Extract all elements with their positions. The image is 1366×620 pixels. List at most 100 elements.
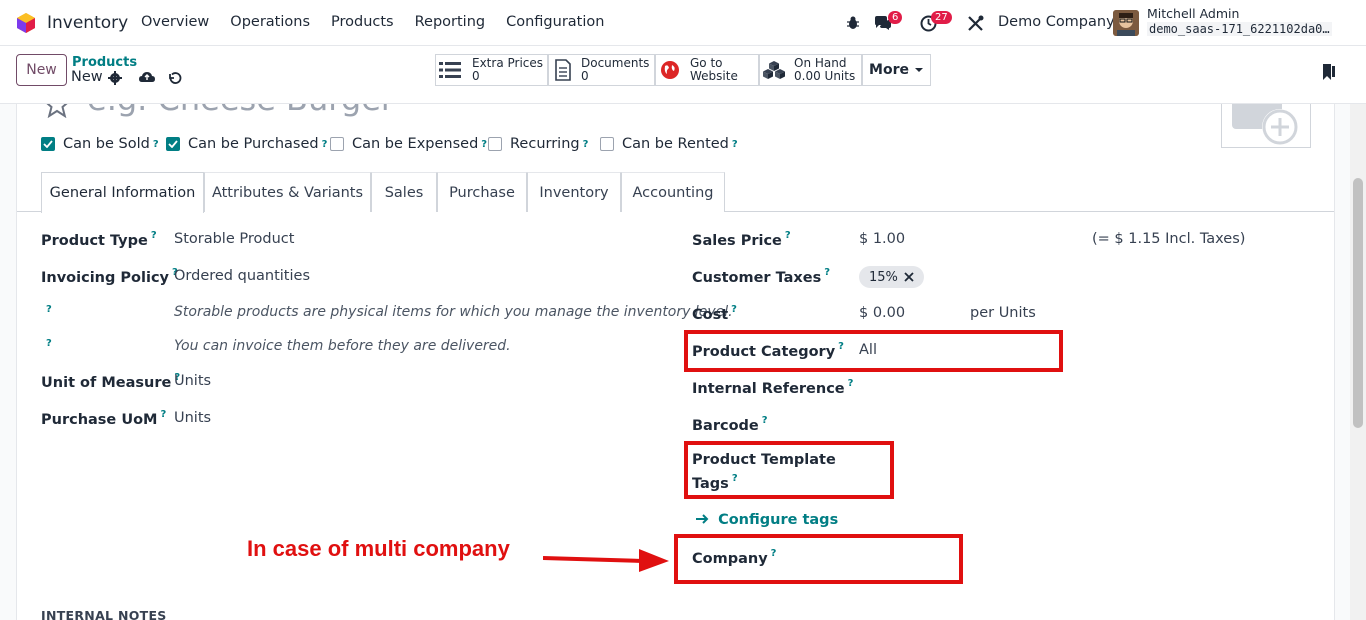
go-to-website-button[interactable]: Go to Website bbox=[655, 54, 759, 86]
help-tooltip[interactable]: ? bbox=[824, 267, 830, 278]
cloud-save-icon[interactable] bbox=[138, 69, 156, 85]
tab-purchase[interactable]: Purchase bbox=[437, 172, 527, 212]
invoicing-policy-label: Invoicing Policy? bbox=[41, 267, 178, 286]
help-tooltip[interactable]: ? bbox=[583, 139, 589, 150]
main-menu: Overview Operations Products Reporting C… bbox=[141, 14, 625, 30]
tab-general-information[interactable]: General Information bbox=[41, 172, 204, 213]
app-name[interactable]: Inventory bbox=[47, 13, 128, 33]
invoicing-policy-field[interactable]: Ordered quantities bbox=[174, 268, 310, 284]
form-tabs: General Information Attributes & Variant… bbox=[17, 172, 1334, 213]
favorite-star-icon[interactable] bbox=[43, 104, 71, 118]
document-icon bbox=[555, 59, 571, 81]
checkmark-icon bbox=[168, 140, 178, 148]
top-navbar: Inventory Overview Operations Products R… bbox=[0, 0, 1366, 46]
help-tooltip[interactable]: ? bbox=[848, 378, 854, 389]
can-be-purchased-checkbox[interactable]: Can be Purchased? bbox=[166, 136, 327, 152]
arrow-right-icon bbox=[696, 514, 709, 524]
inventory-app-icon[interactable] bbox=[15, 12, 37, 34]
can-be-sold-checkbox[interactable]: Can be Sold? bbox=[41, 136, 159, 152]
help-tooltip[interactable]: ? bbox=[153, 139, 159, 150]
menu-operations[interactable]: Operations bbox=[230, 14, 310, 30]
help-tooltip[interactable]: ? bbox=[481, 139, 487, 150]
product-type-field[interactable]: Storable Product bbox=[174, 231, 294, 247]
more-button[interactable]: More bbox=[862, 54, 931, 86]
company-switcher[interactable]: Demo Company bbox=[998, 14, 1115, 30]
annotation-arrow-icon bbox=[543, 549, 669, 572]
cost-field[interactable]: $ 0.00 bbox=[859, 305, 905, 321]
tools-icon[interactable] bbox=[967, 15, 984, 32]
discard-undo-icon[interactable] bbox=[167, 70, 183, 86]
user-name[interactable]: Mitchell Admin bbox=[1147, 6, 1239, 21]
control-panel: New Products New Extra Prices 0 Documents… bbox=[0, 46, 1366, 104]
tab-accounting[interactable]: Accounting bbox=[621, 172, 725, 212]
on-hand-qty: 0.00 Units bbox=[794, 69, 856, 83]
menu-reporting[interactable]: Reporting bbox=[415, 14, 486, 30]
uom-label: Unit of Measure? bbox=[41, 372, 181, 391]
checkbox-box[interactable] bbox=[41, 137, 55, 151]
gear-icon[interactable] bbox=[107, 70, 123, 86]
help-tooltip[interactable]: ? bbox=[322, 139, 328, 150]
cost-label: Cost? bbox=[692, 304, 737, 323]
recurring-label: Recurring bbox=[510, 136, 580, 152]
help-tooltip[interactable]: ? bbox=[151, 230, 157, 241]
can-be-expensed-label: Can be Expensed bbox=[352, 136, 479, 152]
scrollbar-thumb[interactable] bbox=[1353, 178, 1363, 428]
checkbox-box[interactable] bbox=[166, 137, 180, 151]
help-tooltip[interactable]: ? bbox=[46, 338, 52, 349]
invoicing-help-text: You can invoice them before they are del… bbox=[174, 338, 511, 354]
help-tooltip[interactable]: ? bbox=[46, 304, 52, 315]
checkbox-box[interactable] bbox=[600, 137, 614, 151]
tax-tag-label: 15% bbox=[869, 269, 898, 285]
extra-prices-button[interactable]: Extra Prices 0 bbox=[435, 54, 548, 86]
help-tooltip[interactable]: ? bbox=[160, 409, 166, 420]
purchase-uom-label: Purchase UoM? bbox=[41, 409, 167, 428]
sales-price-label: Sales Price? bbox=[692, 230, 791, 249]
uom-field[interactable]: Units bbox=[174, 373, 211, 389]
sales-price-field[interactable]: $ 1.00 bbox=[859, 231, 905, 247]
highlight-company bbox=[674, 534, 963, 584]
on-hand-button[interactable]: On Hand 0.00 Units bbox=[759, 54, 862, 86]
new-button[interactable]: New bbox=[16, 54, 67, 86]
cubes-icon bbox=[763, 61, 785, 79]
tab-sales[interactable]: Sales bbox=[371, 172, 437, 212]
menu-configuration[interactable]: Configuration bbox=[506, 14, 604, 30]
tax-tag[interactable]: 15% bbox=[859, 266, 924, 288]
can-be-rented-label: Can be Rented bbox=[622, 136, 729, 152]
product-type-help-text: Storable products are physical items for… bbox=[174, 304, 733, 320]
tab-attributes-variants[interactable]: Attributes & Variants bbox=[204, 172, 371, 212]
internal-notes-heading: INTERNAL NOTES bbox=[41, 608, 167, 620]
breadcrumb-current: New bbox=[71, 69, 103, 85]
internal-reference-label: Internal Reference? bbox=[692, 378, 854, 397]
configure-tags-label: Configure tags bbox=[718, 512, 839, 528]
caret-down-icon bbox=[914, 68, 923, 72]
recurring-checkbox[interactable]: Recurring? bbox=[488, 136, 588, 152]
help-tooltip[interactable]: ? bbox=[731, 304, 737, 315]
can-be-rented-checkbox[interactable]: Can be Rented? bbox=[600, 136, 738, 152]
configure-tags-link[interactable]: Configure tags bbox=[695, 512, 838, 528]
extra-prices-label: Extra Prices bbox=[472, 56, 544, 70]
annotation-text: In case of multi company bbox=[247, 536, 510, 561]
checkbox-box[interactable] bbox=[330, 137, 344, 151]
more-label: More bbox=[869, 62, 909, 78]
add-image-icon bbox=[1232, 104, 1298, 145]
menu-overview[interactable]: Overview bbox=[141, 14, 209, 30]
can-be-expensed-checkbox[interactable]: Can be Expensed? bbox=[330, 136, 487, 152]
can-be-purchased-label: Can be Purchased bbox=[188, 136, 319, 152]
bookmark-icon[interactable] bbox=[1322, 63, 1336, 81]
product-image-upload[interactable] bbox=[1221, 104, 1311, 148]
menu-products[interactable]: Products bbox=[331, 14, 394, 30]
remove-tag-icon[interactable] bbox=[904, 272, 914, 282]
breadcrumb-products[interactable]: Products bbox=[72, 55, 137, 70]
user-avatar[interactable] bbox=[1113, 10, 1139, 36]
tab-inventory[interactable]: Inventory bbox=[527, 172, 621, 212]
help-tooltip[interactable]: ? bbox=[732, 139, 738, 150]
purchase-uom-field[interactable]: Units bbox=[174, 410, 211, 426]
help-tooltip[interactable]: ? bbox=[762, 415, 768, 426]
documents-label: Documents bbox=[581, 56, 650, 70]
product-name-input[interactable]: e.g. Cheese Burger bbox=[87, 104, 394, 118]
cost-unit: per Units bbox=[970, 305, 1036, 321]
checkbox-box[interactable] bbox=[488, 137, 502, 151]
debug-bug-icon[interactable] bbox=[845, 15, 861, 31]
documents-button[interactable]: Documents 0 bbox=[548, 54, 655, 86]
help-tooltip[interactable]: ? bbox=[785, 230, 791, 241]
